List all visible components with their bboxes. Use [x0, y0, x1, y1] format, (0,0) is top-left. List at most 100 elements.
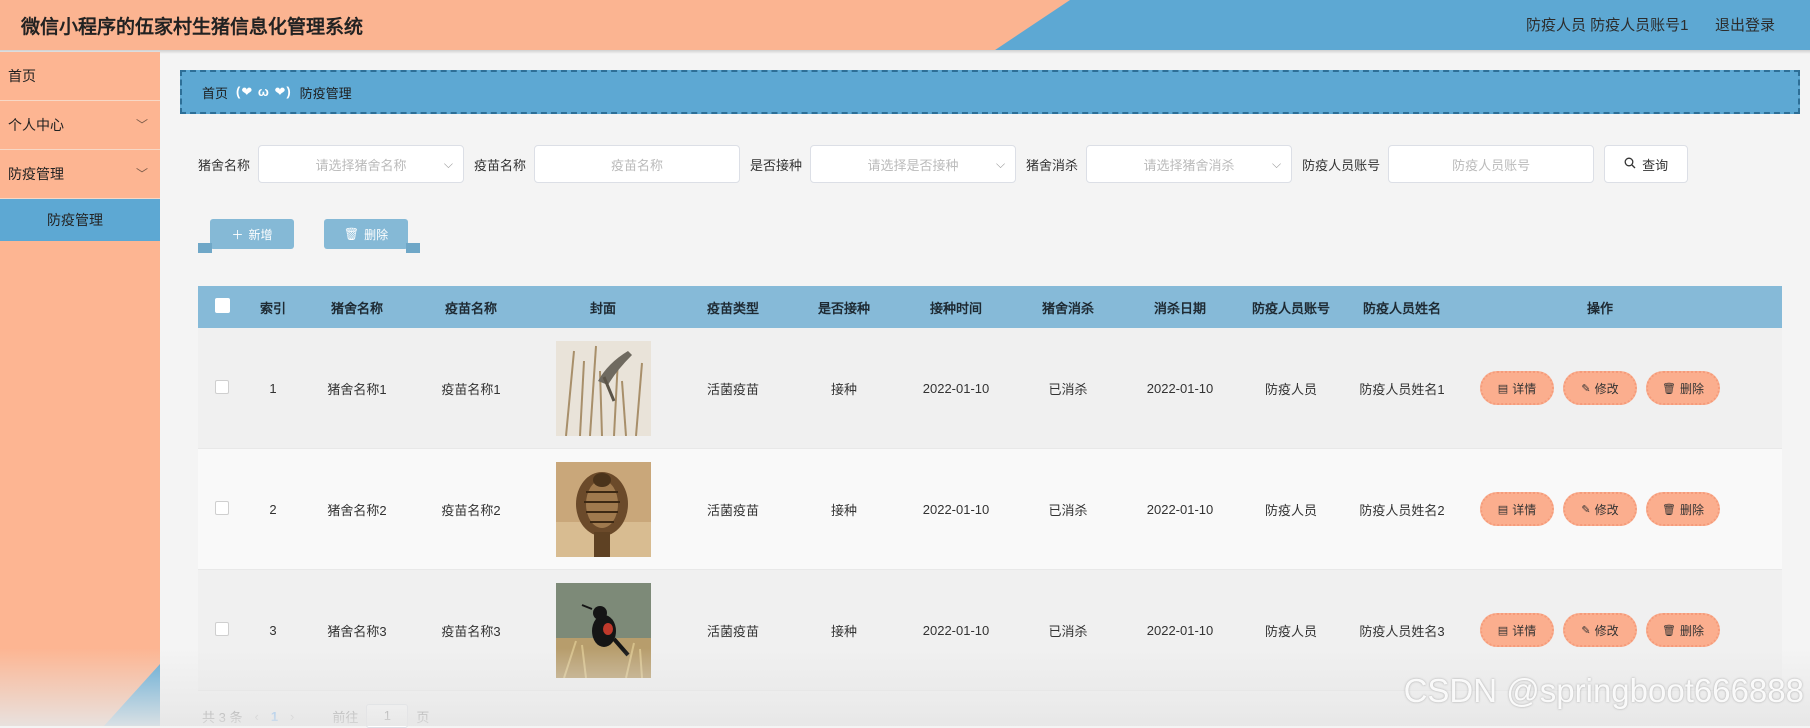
cell-index: 3 — [269, 622, 277, 638]
detail-button[interactable]: ▤ 详情 — [1480, 492, 1554, 526]
cell-disinfect-date: 2022-01-10 — [1146, 380, 1214, 396]
detail-label: 详情 — [1512, 502, 1537, 517]
disinfect-select[interactable]: 请选择猪舍消杀 ⌵ — [1086, 145, 1293, 183]
sidebar-item-home[interactable]: 首页 — [0, 52, 160, 101]
column-header: 防疫人员账号 — [1251, 300, 1330, 316]
cell-cover — [528, 582, 678, 678]
vaccinated-select[interactable]: 请选择是否接种 ⌵ — [810, 145, 1017, 183]
pencil-icon: ✎ — [1581, 624, 1591, 637]
trash-icon: 🗑 — [1662, 503, 1676, 516]
page-number-current[interactable]: 1 — [271, 709, 278, 724]
delete-button[interactable]: 🗑 删除 — [1646, 371, 1720, 405]
add-button[interactable]: ＋ 新增 — [198, 219, 294, 253]
cell-disinfect: 已消杀 — [1048, 381, 1088, 397]
cover-image-bird-on-reeds — [555, 340, 651, 436]
column-header: 操作 — [1586, 300, 1613, 316]
edit-label: 修改 — [1594, 623, 1619, 638]
search-button-label: 查询 — [1642, 157, 1669, 173]
sidebar-item-profile[interactable]: 个人中心 ﹀ — [0, 101, 160, 150]
column-header: 索引 — [259, 300, 286, 316]
delete-label: 删除 — [1679, 502, 1704, 517]
breadcrumb: 首页 (❤ ω ❤) 防疫管理 — [180, 70, 1800, 114]
input-placeholder: 疫苗名称 — [611, 157, 664, 173]
cell-staff-account: 防疫人员 — [1264, 502, 1317, 518]
edit-button[interactable]: ✎ 修改 — [1563, 613, 1637, 647]
column-header: 猪舍消杀 — [1041, 300, 1094, 316]
detail-button[interactable]: ▤ 详情 — [1480, 371, 1554, 405]
row-select-cell — [198, 500, 246, 518]
chevron-down-icon: ﹀ — [135, 167, 148, 181]
column-header: 是否接种 — [817, 300, 870, 316]
edit-label: 修改 — [1594, 502, 1619, 517]
delete-button[interactable]: 🗑 删除 — [1646, 613, 1720, 647]
pen-name-select[interactable]: 请选择猪舍名称 ⌵ — [258, 145, 465, 183]
cell-cover — [528, 461, 678, 557]
delete-button[interactable]: 🗑 删除 — [1646, 492, 1720, 526]
cell-pen-name: 猪舍名称2 — [327, 502, 387, 518]
cell-disinfect-date: 2022-01-10 — [1146, 501, 1214, 517]
column-header: 疫苗名称 — [444, 300, 497, 316]
cell-disinfect-date: 2022-01-10 — [1146, 622, 1214, 638]
column-header: 疫苗类型 — [706, 300, 759, 316]
table-header: 索引 猪舍名称 疫苗名称 封面 疫苗类型 是否接种 接种时间 猪舍消杀 消杀日期… — [198, 286, 1782, 328]
row-actions: ▤ 详情 ✎ 修改 🗑 删除 — [1458, 371, 1742, 405]
cell-staff-account: 防疫人员 — [1264, 381, 1317, 397]
cell-vaccinated: 接种 — [830, 502, 857, 518]
page-jump-input[interactable]: 1 — [366, 704, 409, 728]
select-all-checkbox[interactable] — [214, 298, 230, 313]
vaccine-name-input[interactable]: 疫苗名称 — [534, 145, 741, 183]
staff-account-input[interactable]: 防疫人员账号 — [1388, 145, 1595, 183]
search-form: 猪舍名称 请选择猪舍名称 ⌵ 疫苗名称 疫苗名称 是否接种 请选择是否接种 ⌵ … — [198, 145, 1689, 183]
row-select-cell — [198, 379, 246, 397]
row-checkbox[interactable] — [215, 500, 229, 515]
breadcrumb-separator: (❤ ω ❤) — [236, 84, 292, 99]
row-select-cell — [198, 621, 246, 639]
sidebar-item-label: 防疫管理 — [8, 166, 64, 182]
edit-button[interactable]: ✎ 修改 — [1563, 492, 1637, 526]
detail-button[interactable]: ▤ 详情 — [1480, 613, 1554, 647]
column-header: 猪舍名称 — [330, 300, 383, 316]
data-table: 索引 猪舍名称 疫苗名称 封面 疫苗类型 是否接种 接种时间 猪舍消杀 消杀日期… — [198, 286, 1782, 691]
cell-vaccine-type: 活菌疫苗 — [706, 623, 759, 639]
trash-icon: 🗑 — [1662, 624, 1676, 637]
search-button[interactable]: 查询 — [1604, 145, 1689, 183]
logout-link[interactable]: 退出登录 — [1715, 14, 1775, 35]
edit-button[interactable]: ✎ 修改 — [1563, 371, 1637, 405]
select-all-cell — [198, 298, 246, 316]
select-placeholder: 请选择是否接种 — [867, 157, 959, 173]
cell-vaccine-name: 疫苗名称1 — [441, 381, 501, 397]
watermark-text: CSDN @springboot666888 — [1403, 672, 1804, 709]
document-icon: ▤ — [1497, 382, 1509, 395]
button-ribbon — [406, 243, 420, 253]
cell-staff-name: 防疫人员姓名2 — [1359, 502, 1445, 518]
sidebar-item-label: 首页 — [8, 68, 36, 84]
row-checkbox[interactable] — [215, 379, 229, 394]
trash-icon: 🗑 — [343, 227, 360, 241]
row-actions: ▤ 详情 ✎ 修改 🗑 删除 — [1458, 613, 1742, 647]
detail-label: 详情 — [1512, 623, 1537, 638]
sidebar-item-epidemic[interactable]: 防疫管理 ﹀ — [0, 150, 160, 199]
vaccinated-label: 是否接种 — [750, 157, 803, 173]
cell-disinfect: 已消杀 — [1048, 623, 1088, 639]
cover-image-redwing-bird — [555, 582, 651, 678]
add-button-label: 新增 — [248, 227, 273, 242]
search-icon — [1624, 157, 1636, 172]
cell-vaccinated: 接种 — [830, 381, 857, 397]
breadcrumb-home[interactable]: 首页 — [202, 83, 228, 102]
cell-vaccination-time: 2022-01-10 — [922, 380, 990, 396]
chevron-left-icon[interactable]: ‹ — [254, 709, 258, 724]
row-checkbox[interactable] — [215, 621, 229, 636]
detail-label: 详情 — [1512, 381, 1537, 396]
chevron-down-icon: ⌵ — [995, 157, 1006, 171]
batch-delete-button[interactable]: 🗑 删除 — [324, 219, 420, 253]
staff-account-label: 防疫人员账号 — [1302, 157, 1381, 173]
cell-pen-name: 猪舍名称1 — [327, 381, 387, 397]
chevron-down-icon: ﹀ — [135, 118, 148, 132]
delete-label: 删除 — [1679, 381, 1704, 396]
document-icon: ▤ — [1497, 503, 1509, 516]
cell-vaccine-type: 活菌疫苗 — [706, 502, 759, 518]
chevron-right-icon[interactable]: › — [290, 709, 294, 724]
pencil-icon: ✎ — [1581, 503, 1591, 516]
page-suffix: 页 — [416, 709, 430, 725]
sidebar-subitem-epidemic-manage[interactable]: 防疫管理 — [0, 199, 160, 241]
